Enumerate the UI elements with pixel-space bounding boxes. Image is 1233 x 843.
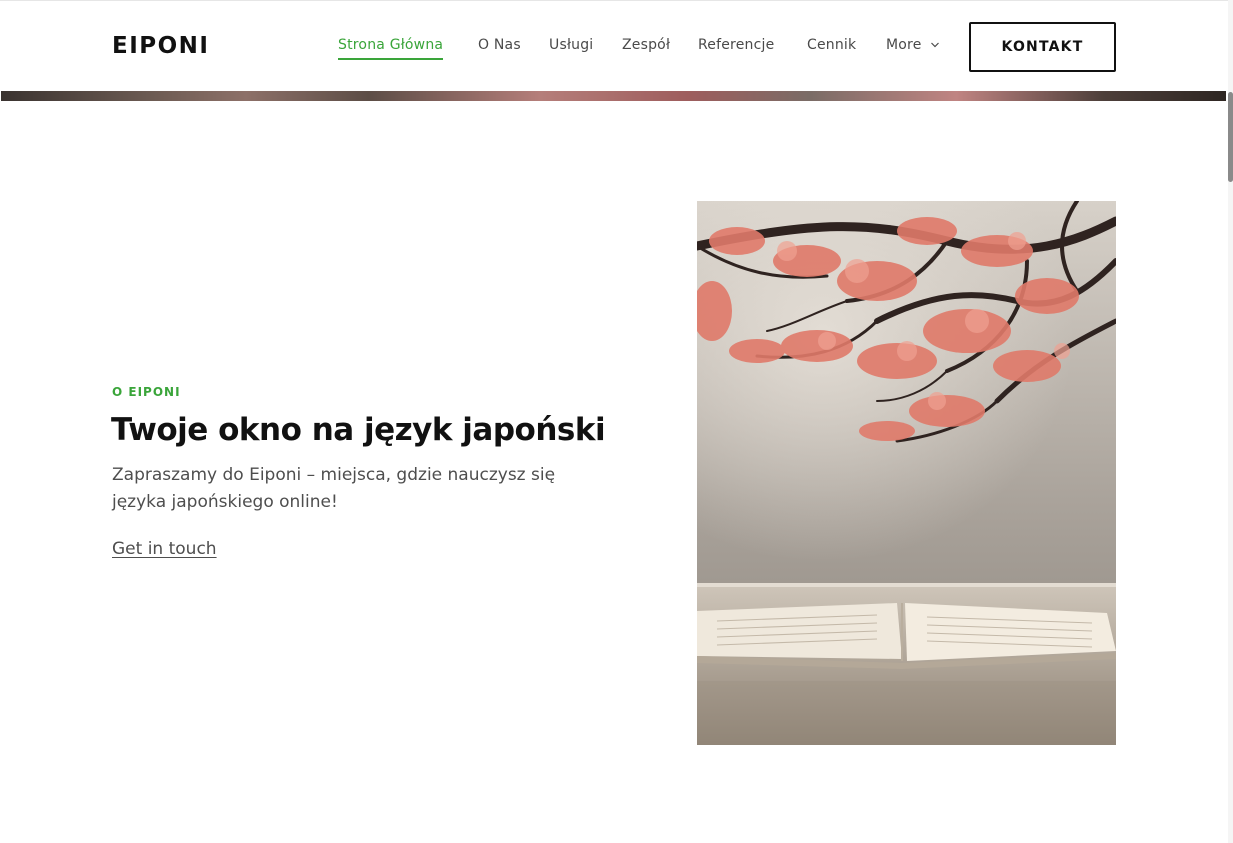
site-logo[interactable]: EIPONI (112, 33, 210, 59)
get-in-touch-link[interactable]: Get in touch (112, 539, 217, 559)
hero-banner-strip (1, 91, 1226, 101)
nav-item-team[interactable]: Zespół (622, 37, 670, 58)
section-title: Twoje okno na język japoński (111, 412, 606, 448)
section-eyebrow: O EIPONI (112, 385, 181, 399)
hero-image (697, 201, 1116, 745)
chevron-down-icon (930, 42, 939, 48)
nav-item-more[interactable]: More (886, 37, 940, 58)
cherry-blossom-book-illustration (697, 201, 1116, 745)
section-description: Zapraszamy do Eiponi – miejsca, gdzie na… (112, 465, 556, 512)
site-header: EIPONI Strona Główna O Nas Usługi Zespół… (0, 0, 1228, 91)
contact-button[interactable]: KONTAKT (969, 22, 1116, 72)
nav-more-label: More (886, 37, 922, 53)
nav-item-home[interactable]: Strona Główna (338, 37, 444, 60)
nav-item-services[interactable]: Usługi (549, 37, 593, 58)
nav-item-about[interactable]: O Nas (478, 37, 521, 58)
scrollbar-thumb[interactable] (1228, 92, 1233, 182)
nav-item-references[interactable]: Referencje (698, 37, 774, 58)
nav-item-pricing[interactable]: Cennik (807, 37, 856, 58)
